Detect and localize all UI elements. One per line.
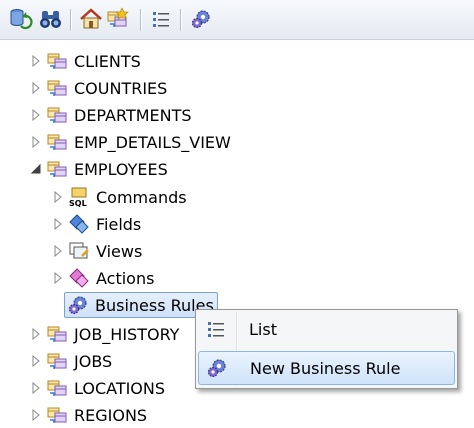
svg-text:SQL: SQL [69,199,87,208]
toolbar-separator [140,9,142,31]
expand-arrow-icon[interactable] [30,55,42,67]
table-icon [46,50,68,72]
tree-node-countries[interactable]: COUNTRIES [30,75,167,101]
table-icon [46,377,68,399]
tree-node-label: COUNTRIES [74,78,168,98]
tree-node-emp-details-view[interactable]: EMP_DETAILS_VIEW [30,129,231,155]
table-icon [46,404,68,426]
tree-node-actions[interactable]: Actions [52,265,154,291]
home-icon[interactable] [78,6,104,32]
tree-node-employees[interactable]: EMPLOYEES [30,156,168,182]
sql-icon: SQL [68,186,90,208]
menu-item-label: List [249,319,277,339]
tree-node-locations[interactable]: LOCATIONS [30,375,165,401]
tree-node-label: Commands [96,187,187,207]
tree-node-label: CLIENTS [74,51,141,71]
expand-arrow-icon[interactable] [30,409,42,421]
collapse-arrow-icon[interactable] [30,163,42,175]
tree-node-label: Fields [96,214,142,234]
menu-item-list[interactable]: List [198,312,455,346]
toolbar-separator [180,9,182,31]
tree-node-label: EMPLOYEES [74,159,168,179]
tree-node-job-history[interactable]: JOB_HISTORY [30,321,179,347]
tree-node-label: EMP_DETAILS_VIEW [74,132,231,152]
expand-arrow-icon[interactable] [30,382,42,394]
tree-node-label: JOB_HISTORY [74,324,180,344]
tree-node-label: Actions [96,268,155,288]
tree-node-jobs[interactable]: JOBS [30,348,112,374]
expand-arrow-icon[interactable] [30,109,42,121]
tree-node-label: JOBS [74,351,113,371]
menu-item-label: New Business Rule [250,358,401,378]
gear-icon [204,356,232,380]
expand-arrow-icon[interactable] [30,82,42,94]
tree-node-departments[interactable]: DEPARTMENTS [30,102,192,128]
context-menu: List New Business Rule [195,309,458,389]
expand-arrow-icon[interactable] [30,136,42,148]
expand-arrow-icon[interactable] [30,355,42,367]
menu-item-new-business-rule[interactable]: New Business Rule [198,351,455,385]
tree-node-label: DEPARTMENTS [74,105,192,125]
tree-node-views[interactable]: Views [52,238,142,264]
table-icon [46,131,68,153]
list-icon[interactable] [148,6,174,32]
tree-node-label: Views [96,241,143,261]
gear-icon[interactable] [188,6,214,32]
expand-arrow-icon[interactable] [52,245,64,257]
views-icon [68,240,90,262]
actions-icon [68,267,90,289]
toolbar-separator [70,9,72,31]
expand-arrow-icon[interactable] [52,272,64,284]
list-icon [203,317,231,341]
table-icon [46,158,68,180]
table-icon [46,77,68,99]
database-refresh-icon[interactable] [8,6,34,32]
toolbar [0,0,474,40]
binoculars-icon[interactable] [38,6,64,32]
fields-icon [68,213,90,235]
expand-arrow-icon[interactable] [30,328,42,340]
table-icon [46,350,68,372]
tree-node-regions[interactable]: REGIONS [30,402,147,428]
expand-arrow-icon[interactable] [52,191,64,203]
gear-icon [67,294,89,316]
tree-node-label: LOCATIONS [74,378,166,398]
tree-node-commands[interactable]: SQL Commands [52,184,187,210]
tree-node-fields[interactable]: Fields [52,211,141,237]
tree-node-label: REGIONS [74,405,148,425]
tree-node-clients[interactable]: CLIENTS [30,48,141,74]
connect-settings-icon[interactable] [106,6,132,32]
table-icon [46,104,68,126]
table-icon [46,323,68,345]
expand-arrow-icon[interactable] [52,218,64,230]
